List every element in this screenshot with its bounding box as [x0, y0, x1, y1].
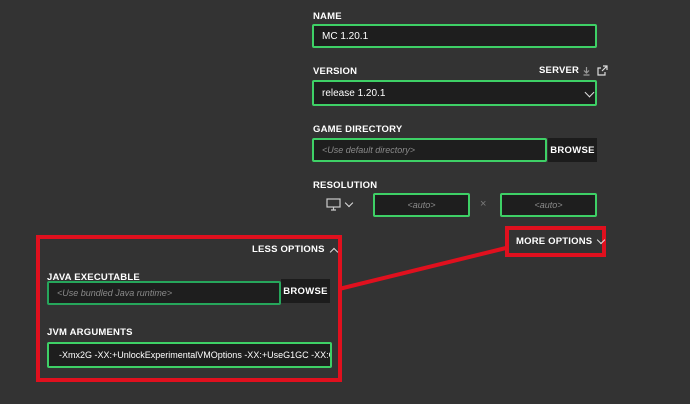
version-select[interactable]: release 1.20.1: [312, 80, 597, 106]
more-options-button[interactable]: MORE OPTIONS: [516, 235, 606, 247]
resolution-separator: ×: [480, 198, 487, 210]
monitor-icon: [326, 198, 341, 211]
resolution-height-input[interactable]: <auto>: [500, 193, 597, 217]
less-options-button[interactable]: LESS OPTIONS: [252, 244, 338, 256]
java-executable-browse-button[interactable]: BROWSE: [281, 279, 330, 303]
name-input[interactable]: MC 1.20.1: [312, 24, 597, 48]
resolution-width-input[interactable]: <auto>: [373, 193, 470, 217]
resolution-label: RESOLUTION: [313, 180, 378, 191]
version-label: VERSION: [313, 66, 358, 77]
jvm-arguments-label: JVM ARGUMENTS: [47, 327, 133, 338]
chevron-down-icon: [584, 87, 595, 98]
server-link[interactable]: SERVER: [539, 65, 608, 76]
chevron-down-icon: [344, 198, 354, 208]
name-label: NAME: [313, 11, 342, 22]
more-options-label: MORE OPTIONS: [516, 236, 593, 247]
server-link-label: SERVER: [539, 65, 580, 76]
external-link-icon: [597, 65, 608, 76]
jvm-arguments-input[interactable]: -Xmx2G -XX:+UnlockExperimentalVMOptions …: [47, 342, 332, 368]
download-icon: [583, 66, 590, 76]
game-directory-input[interactable]: <Use default directory>: [312, 138, 547, 162]
less-options-label: LESS OPTIONS: [252, 244, 325, 255]
version-select-value: release 1.20.1: [322, 87, 386, 99]
game-directory-label: GAME DIRECTORY: [313, 124, 403, 135]
java-executable-input[interactable]: <Use bundled Java runtime>: [47, 281, 281, 305]
game-directory-browse-button[interactable]: BROWSE: [548, 138, 597, 162]
resolution-preset-dropdown[interactable]: [326, 197, 358, 213]
